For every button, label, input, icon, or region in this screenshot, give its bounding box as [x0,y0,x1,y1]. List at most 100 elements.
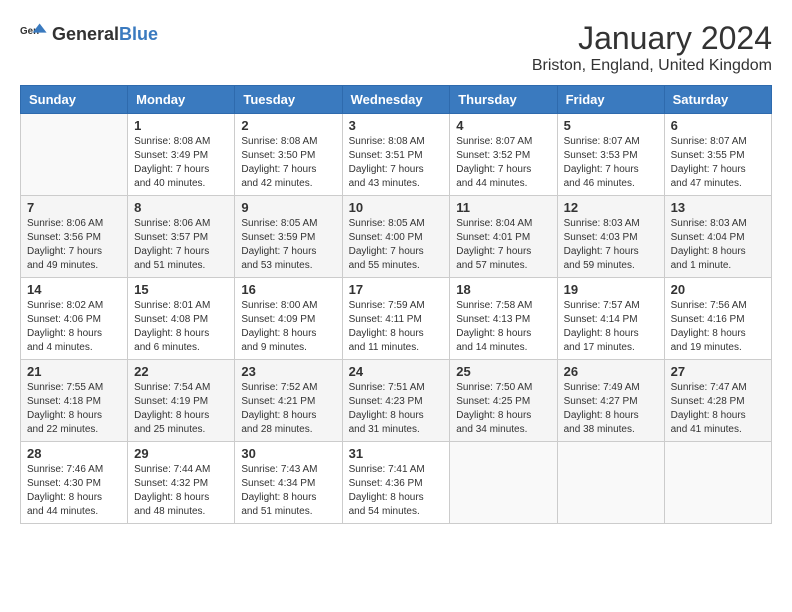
day-info: Sunrise: 7:54 AM Sunset: 4:19 PM Dayligh… [134,381,228,437]
weekday-header-friday: Friday [557,86,664,114]
calendar-header-row: SundayMondayTuesdayWednesdayThursdayFrid… [21,86,772,114]
day-number: 22 [134,364,228,379]
calendar-cell: 19Sunrise: 7:57 AM Sunset: 4:14 PM Dayli… [557,278,664,360]
day-number: 17 [349,282,444,297]
day-number: 6 [671,118,765,133]
calendar-cell: 18 Sunrise: 7:58 AM Sunset: 4:13 PM Dayli… [450,278,557,360]
day-number: 31 [349,446,444,461]
calendar-cell: 12 Sunrise: 8:03 AM Sunset: 4:03 PM Dayli… [557,196,664,278]
day-info: Sunrise: 8:00 AM Sunset: 4:09 PM Dayligh… [241,299,335,355]
calendar-week-row: 28 Sunrise: 7:46 AM Sunset: 4:30 PM Dayli… [21,442,772,524]
day-info: Sunrise: 8:03 AM Sunset: 4:03 PM Dayligh… [564,217,658,273]
calendar-cell: 5 Sunrise: 8:07 AM Sunset: 3:53 PM Daylig… [557,114,664,196]
logo-text-blue: Blue [119,24,158,44]
calendar-cell: 4Sunrise: 8:07 AM Sunset: 3:52 PM Daylig… [450,114,557,196]
calendar-cell: 29Sunrise: 7:44 AM Sunset: 4:32 PM Dayli… [128,442,235,524]
day-info: Sunrise: 7:55 AM Sunset: 4:18 PM Dayligh… [27,381,121,437]
day-number: 26 [564,364,658,379]
calendar-cell: 3 Sunrise: 8:08 AM Sunset: 3:51 PM Daylig… [342,114,450,196]
calendar-cell: 30Sunrise: 7:43 AM Sunset: 4:34 PM Dayli… [235,442,342,524]
month-title: January 2024 [532,20,772,57]
calendar-cell: 1 Sunrise: 8:08 AM Sunset: 3:49 PM Daylig… [128,114,235,196]
calendar-cell: 17 Sunrise: 7:59 AM Sunset: 4:11 PM Dayli… [342,278,450,360]
calendar-cell: 23Sunrise: 7:52 AM Sunset: 4:21 PM Dayli… [235,360,342,442]
day-info: Sunrise: 7:51 AM Sunset: 4:23 PM Dayligh… [349,381,444,437]
calendar-cell: 26Sunrise: 7:49 AM Sunset: 4:27 PM Dayli… [557,360,664,442]
calendar-cell: 10Sunrise: 8:05 AM Sunset: 4:00 PM Dayli… [342,196,450,278]
calendar-cell: 9 Sunrise: 8:05 AM Sunset: 3:59 PM Daylig… [235,196,342,278]
day-info: Sunrise: 8:07 AM Sunset: 3:53 PM Dayligh… [564,135,658,191]
calendar-cell: 13 Sunrise: 8:03 AM Sunset: 4:04 PM Dayli… [664,196,771,278]
day-info: Sunrise: 7:58 AM Sunset: 4:13 PM Dayligh… [456,299,550,355]
calendar-cell: 31Sunrise: 7:41 AM Sunset: 4:36 PM Dayli… [342,442,450,524]
day-number: 13 [671,200,765,215]
calendar-table: SundayMondayTuesdayWednesdayThursdayFrid… [20,85,772,524]
day-info: Sunrise: 7:46 AM Sunset: 4:30 PM Dayligh… [27,463,121,519]
calendar-cell [557,442,664,524]
calendar-cell: 11 Sunrise: 8:04 AM Sunset: 4:01 PM Dayli… [450,196,557,278]
day-number: 8 [134,200,228,215]
calendar-cell: 16 Sunrise: 8:00 AM Sunset: 4:09 PM Dayli… [235,278,342,360]
day-number: 14 [27,282,121,297]
day-number: 24 [349,364,444,379]
calendar-cell: 14Sunrise: 8:02 AM Sunset: 4:06 PM Dayli… [21,278,128,360]
day-number: 19 [564,282,658,297]
calendar-cell: 7Sunrise: 8:06 AM Sunset: 3:56 PM Daylig… [21,196,128,278]
day-number: 16 [241,282,335,297]
logo: Gen GeneralBlue [20,20,158,48]
day-info: Sunrise: 7:47 AM Sunset: 4:28 PM Dayligh… [671,381,765,437]
day-info: Sunrise: 8:05 AM Sunset: 3:59 PM Dayligh… [241,217,335,273]
day-number: 10 [349,200,444,215]
day-info: Sunrise: 8:08 AM Sunset: 3:51 PM Dayligh… [349,135,444,191]
location: Briston, England, United Kingdom [532,57,772,75]
day-number: 29 [134,446,228,461]
day-number: 5 [564,118,658,133]
calendar-cell: 27Sunrise: 7:47 AM Sunset: 4:28 PM Dayli… [664,360,771,442]
calendar-cell [450,442,557,524]
calendar-cell: 20 Sunrise: 7:56 AM Sunset: 4:16 PM Dayli… [664,278,771,360]
calendar-cell: 22 Sunrise: 7:54 AM Sunset: 4:19 PM Dayli… [128,360,235,442]
calendar-cell: 8 Sunrise: 8:06 AM Sunset: 3:57 PM Daylig… [128,196,235,278]
day-number: 20 [671,282,765,297]
day-number: 28 [27,446,121,461]
day-info: Sunrise: 8:08 AM Sunset: 3:50 PM Dayligh… [241,135,335,191]
day-info: Sunrise: 8:06 AM Sunset: 3:57 PM Dayligh… [134,217,228,273]
weekday-header-tuesday: Tuesday [235,86,342,114]
calendar-cell [664,442,771,524]
day-info: Sunrise: 8:07 AM Sunset: 3:55 PM Dayligh… [671,135,765,191]
day-info: Sunrise: 8:08 AM Sunset: 3:49 PM Dayligh… [134,135,228,191]
day-number: 3 [349,118,444,133]
day-number: 2 [241,118,335,133]
calendar-week-row: 14Sunrise: 8:02 AM Sunset: 4:06 PM Dayli… [21,278,772,360]
calendar-week-row: 21Sunrise: 7:55 AM Sunset: 4:18 PM Dayli… [21,360,772,442]
calendar-cell: 15Sunrise: 8:01 AM Sunset: 4:08 PM Dayli… [128,278,235,360]
day-info: Sunrise: 8:04 AM Sunset: 4:01 PM Dayligh… [456,217,550,273]
day-number: 4 [456,118,550,133]
calendar-week-row: 1 Sunrise: 8:08 AM Sunset: 3:49 PM Daylig… [21,114,772,196]
weekday-header-monday: Monday [128,86,235,114]
day-number: 18 [456,282,550,297]
title-section: January 2024 Briston, England, United Ki… [532,20,772,75]
calendar-cell: 28 Sunrise: 7:46 AM Sunset: 4:30 PM Dayli… [21,442,128,524]
page-header: Gen GeneralBlue January 2024 Briston, En… [20,20,772,75]
day-number: 12 [564,200,658,215]
day-info: Sunrise: 8:06 AM Sunset: 3:56 PM Dayligh… [27,217,121,273]
day-info: Sunrise: 8:01 AM Sunset: 4:08 PM Dayligh… [134,299,228,355]
day-info: Sunrise: 8:03 AM Sunset: 4:04 PM Dayligh… [671,217,765,273]
weekday-header-thursday: Thursday [450,86,557,114]
day-number: 25 [456,364,550,379]
calendar-cell: 2 Sunrise: 8:08 AM Sunset: 3:50 PM Daylig… [235,114,342,196]
weekday-header-sunday: Sunday [21,86,128,114]
day-info: Sunrise: 7:59 AM Sunset: 4:11 PM Dayligh… [349,299,444,355]
logo-icon: Gen [20,20,48,48]
day-info: Sunrise: 7:56 AM Sunset: 4:16 PM Dayligh… [671,299,765,355]
day-number: 1 [134,118,228,133]
day-info: Sunrise: 7:52 AM Sunset: 4:21 PM Dayligh… [241,381,335,437]
day-number: 9 [241,200,335,215]
day-info: Sunrise: 7:50 AM Sunset: 4:25 PM Dayligh… [456,381,550,437]
calendar-cell: 24 Sunrise: 7:51 AM Sunset: 4:23 PM Dayli… [342,360,450,442]
calendar-cell: 6 Sunrise: 8:07 AM Sunset: 3:55 PM Daylig… [664,114,771,196]
calendar-cell: 25 Sunrise: 7:50 AM Sunset: 4:25 PM Dayli… [450,360,557,442]
day-number: 11 [456,200,550,215]
logo-text-general: General [52,24,119,44]
